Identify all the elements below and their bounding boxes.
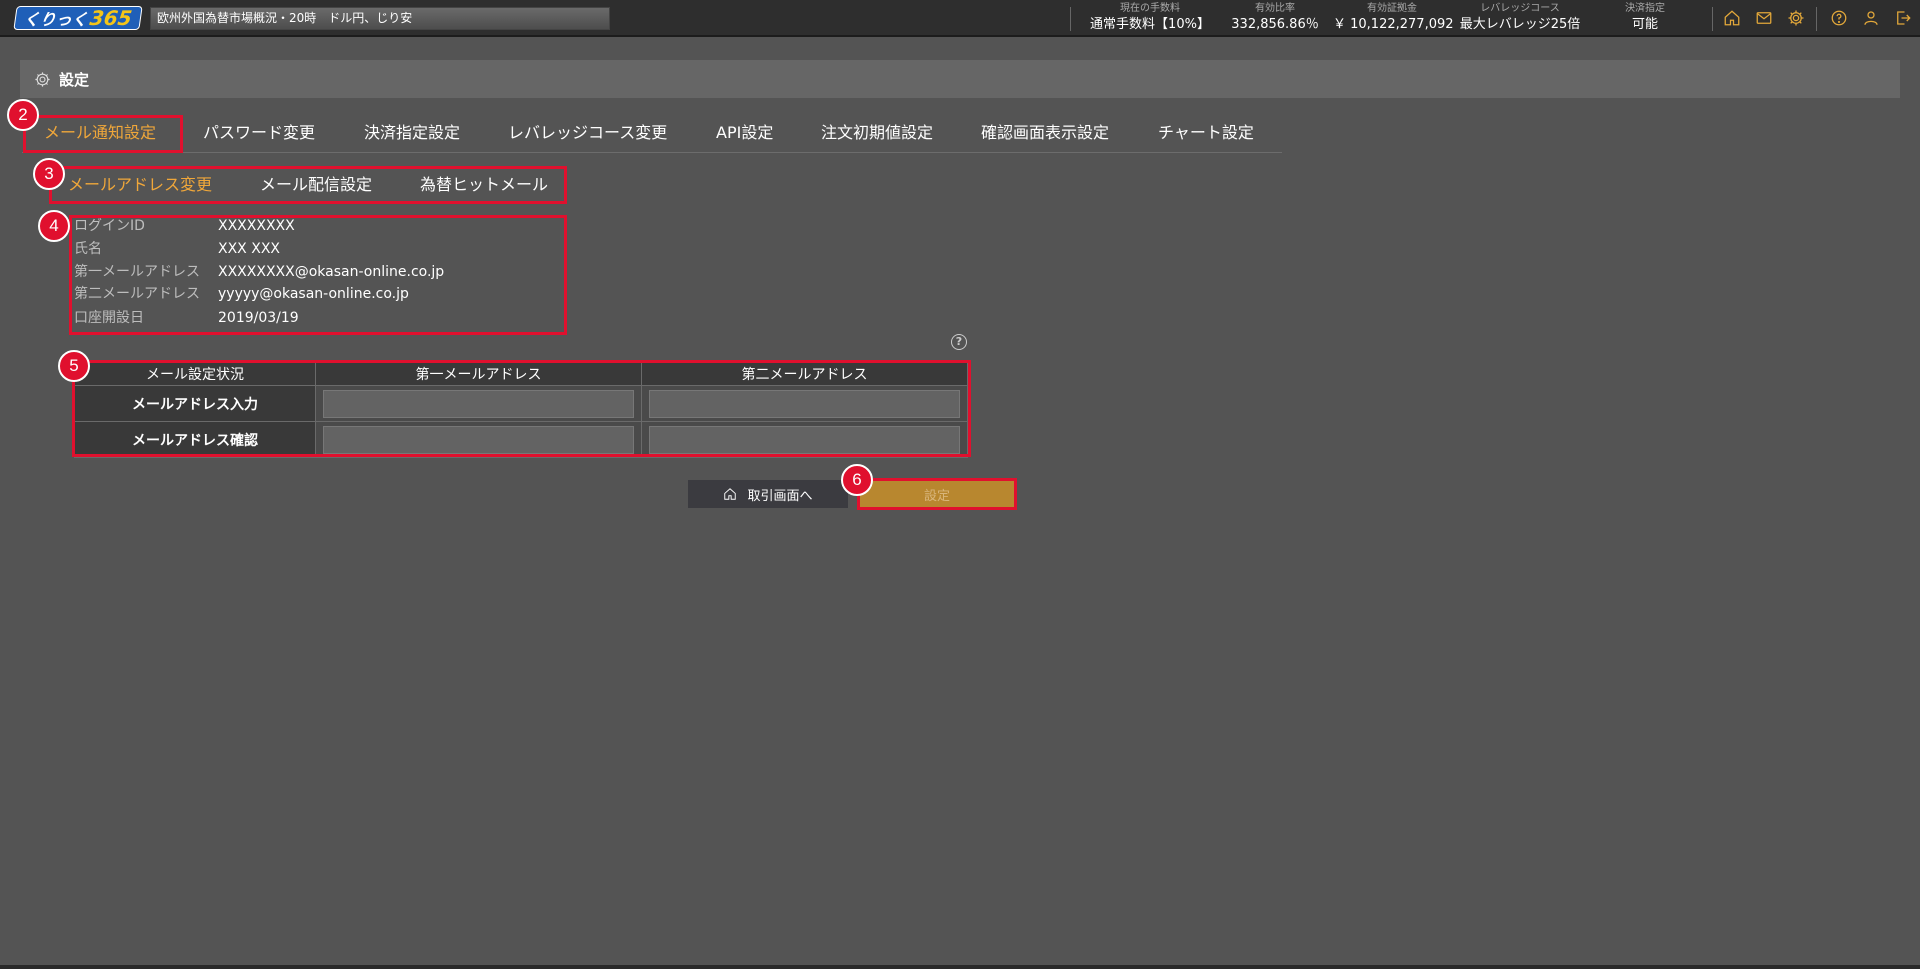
annotation-box <box>857 478 1017 510</box>
stat-ratio-label: 有効比率 <box>1255 3 1295 14</box>
stat-fee: 現在の手数料 通常手数料【10%】 <box>1085 2 1215 34</box>
annotation-box <box>72 360 971 457</box>
back-to-trading-button[interactable]: 取引画面へ <box>688 480 848 508</box>
tab-api-setting[interactable]: API設定 <box>716 115 773 153</box>
news-ticker[interactable]: 欧州外国為替市場概況・20時 ドル円、じり安 <box>150 7 610 30</box>
gear-icon[interactable] <box>1786 8 1806 28</box>
stat-leverage-value: 最大レバレッジ25倍 <box>1459 17 1581 32</box>
tab-leverage-course[interactable]: レバレッジコース変更 <box>508 115 667 153</box>
header-divider <box>1816 7 1817 31</box>
tab-confirm-display[interactable]: 確認画面表示設定 <box>981 115 1109 153</box>
tab-order-defaults[interactable]: 注文初期値設定 <box>821 115 933 153</box>
stat-ratio-value: 332,856.86％ <box>1231 17 1319 32</box>
stat-margin: 有効証拠金 ￥ 10,122,277,092 <box>1333 2 1454 34</box>
logo[interactable]: くりっく 365 <box>13 6 143 30</box>
gear-icon <box>35 71 50 87</box>
mail-icon[interactable] <box>1754 8 1774 28</box>
home-icon[interactable] <box>1722 8 1742 28</box>
annotation-box <box>23 115 183 153</box>
stat-settlement-value: 可能 <box>1631 17 1658 32</box>
annotation-badge: 2 <box>7 99 39 131</box>
stat-settlement: 決済指定 可能 <box>1610 2 1680 34</box>
annotation-badge: 3 <box>33 158 65 190</box>
annotation-box <box>49 166 567 204</box>
stat-leverage: レバレッジコース 最大レバレッジ25倍 <box>1455 2 1585 34</box>
user-icon[interactable] <box>1861 8 1881 28</box>
logout-icon[interactable] <box>1893 8 1913 28</box>
tab-chart-setting[interactable]: チャート設定 <box>1158 115 1254 153</box>
stat-leverage-label: レバレッジコース <box>1480 3 1560 14</box>
tab-password-change[interactable]: パスワード変更 <box>203 115 315 153</box>
stat-fee-label: 現在の手数料 <box>1120 3 1180 14</box>
bottom-bar <box>0 965 1920 969</box>
header-divider <box>1070 7 1071 31</box>
page-title: 設定 <box>59 70 90 89</box>
stat-fee-value: 通常手数料【10%】 <box>1090 17 1210 32</box>
annotation-badge: 4 <box>38 210 70 242</box>
annotation-box <box>69 215 567 335</box>
home-icon <box>724 488 737 500</box>
settings-tabs: メール通知設定 パスワード変更 決済指定設定 レバレッジコース変更 API設定 … <box>22 115 1282 153</box>
stat-margin-value: ￥ 10,122,277,092 <box>1333 17 1454 32</box>
header-divider <box>1712 7 1713 31</box>
stat-settlement-label: 決済指定 <box>1625 3 1665 14</box>
page-title-bar: 設定 <box>20 60 1900 98</box>
stat-ratio: 有効比率 332,856.86％ <box>1230 2 1320 34</box>
back-button-label: 取引画面へ <box>747 487 813 503</box>
help-icon[interactable] <box>1829 8 1849 28</box>
logo-number: 365 <box>88 6 134 30</box>
top-header: くりっく 365 欧州外国為替市場概況・20時 ドル円、じり安 現在の手数料 通… <box>0 0 1920 37</box>
tab-settlement-setting[interactable]: 決済指定設定 <box>364 115 460 153</box>
logo-text: くりっく <box>22 10 90 29</box>
stat-margin-label: 有効証拠金 <box>1367 3 1417 14</box>
help-icon[interactable]: ? <box>951 334 967 350</box>
annotation-badge: 5 <box>58 350 90 382</box>
annotation-badge: 6 <box>841 464 873 496</box>
